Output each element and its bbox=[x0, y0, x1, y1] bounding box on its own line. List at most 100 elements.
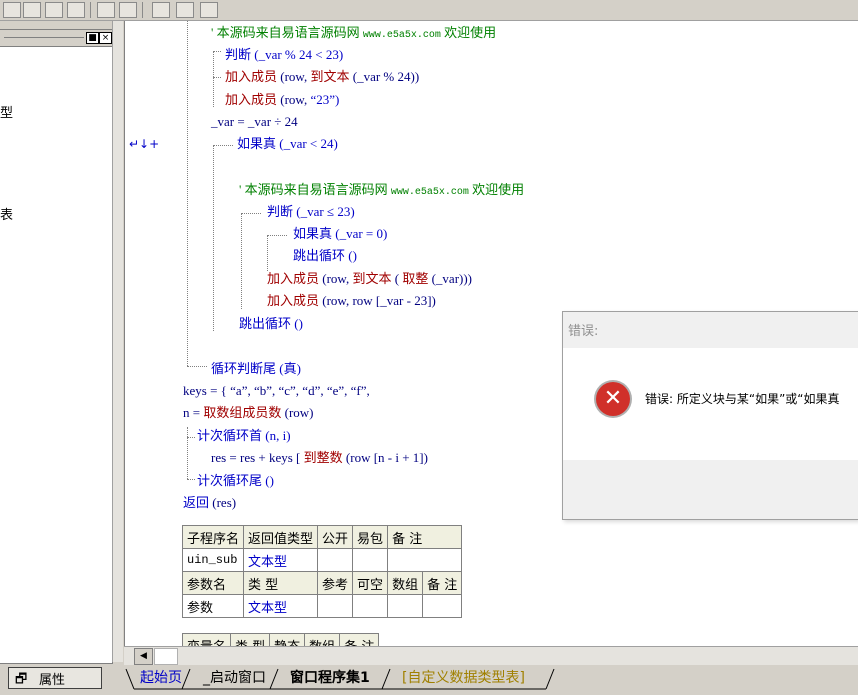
flow-guide bbox=[267, 235, 287, 236]
param-header-name: 参数名 bbox=[181, 571, 245, 595]
restore-button[interactable]: ■ bbox=[86, 32, 99, 44]
editor-hscrollbar[interactable]: ◀ bbox=[124, 646, 858, 665]
code-args: (row) bbox=[284, 405, 314, 420]
sub-header-note: 备 注 bbox=[387, 525, 463, 549]
code-func: 取整 bbox=[402, 271, 429, 286]
param-ref-cell[interactable] bbox=[317, 594, 354, 618]
code-args: (row, row [_var - 23]) bbox=[322, 293, 436, 308]
param-note-cell[interactable] bbox=[422, 594, 463, 618]
code-args: (row [n - i + 1]) bbox=[345, 450, 428, 465]
param-array-cell[interactable] bbox=[387, 594, 424, 618]
dialog-title: 错误: bbox=[568, 324, 599, 339]
var-header-array: 数组 bbox=[304, 633, 341, 646]
comment-text: ' 本源码来自易语言源码网 bbox=[211, 25, 360, 40]
code-line[interactable]: _var = _var ÷ 24 bbox=[211, 113, 298, 131]
code-line-comment[interactable]: ' 本源码来自易语言源码网 www.e5a5x.com 欢迎使用 bbox=[239, 181, 524, 202]
sub-name-cell[interactable]: uin_sub bbox=[181, 548, 245, 572]
left-panel: ■ × 型 表 bbox=[0, 21, 123, 665]
code-args: (row, bbox=[280, 92, 311, 107]
sub-header-return: 返回值类型 bbox=[243, 525, 319, 549]
tree-item-fragment[interactable]: 型 bbox=[0, 102, 13, 121]
layout-icon[interactable] bbox=[3, 2, 21, 18]
tab-startup-window[interactable]: _启动窗口 bbox=[203, 668, 266, 688]
code-line[interactable]: n = 取数组成员数 (row) bbox=[183, 404, 314, 422]
code-args: (_var % 24)) bbox=[352, 69, 420, 84]
flow-guide bbox=[241, 213, 261, 214]
align-right-icon[interactable] bbox=[67, 2, 85, 18]
gutter-marker: ↵↓+ bbox=[129, 137, 160, 151]
code-line[interactable]: 计次循环尾 () bbox=[197, 472, 274, 490]
var-header-name: 变量名 bbox=[182, 633, 232, 646]
property-icon: 🗗 bbox=[15, 672, 28, 687]
code-func: 到整数 bbox=[303, 450, 343, 465]
sub-public-cell[interactable] bbox=[317, 548, 354, 572]
flow-guide bbox=[241, 213, 242, 309]
code-line[interactable]: 如果真 (_var < 24) bbox=[237, 135, 338, 153]
tree-item-fragment[interactable]: 表 bbox=[0, 204, 13, 223]
property-button[interactable]: 🗗 属性 bbox=[8, 667, 102, 689]
code-line[interactable]: 循环判断尾 (真) bbox=[211, 360, 301, 378]
code-func: 加入成员 bbox=[267, 271, 320, 286]
align-center-icon[interactable] bbox=[23, 2, 41, 18]
sub-return-cell[interactable]: 文本型 bbox=[243, 548, 319, 572]
same-width-icon[interactable] bbox=[97, 2, 115, 18]
var-header-type: 类 型 bbox=[230, 633, 271, 646]
left-panel-scrollbar[interactable] bbox=[112, 21, 123, 662]
sub-header-name: 子程序名 bbox=[181, 525, 245, 549]
dialog-body: ✕ 错误: 所定义块与某“如果”或“如果真 bbox=[563, 348, 858, 460]
code-line[interactable]: 判断 (_var ≤ 23) bbox=[267, 203, 355, 221]
property-label: 属性 bbox=[39, 673, 66, 688]
code-line[interactable]: 加入成员 (row, 到文本 ( 取整 (_var))) bbox=[267, 270, 472, 288]
code-args: (_var))) bbox=[431, 271, 473, 286]
code-line[interactable]: 加入成员 (row, row [_var - 23]) bbox=[267, 292, 436, 310]
param-nullable-cell[interactable] bbox=[352, 594, 389, 618]
v-space-icon[interactable] bbox=[176, 2, 194, 18]
code-line[interactable]: keys = { “a”, “b”, “c”, “d”, “e”, “f”, bbox=[183, 382, 370, 400]
code-args: (res) bbox=[212, 495, 237, 510]
tab-window-assembly[interactable]: 窗口程序集1 bbox=[290, 668, 370, 688]
code-line[interactable]: 跳出循环 () bbox=[293, 247, 357, 265]
tab-custom-types[interactable]: [自定义数据类型表] bbox=[402, 668, 525, 688]
code-line[interactable]: 如果真 (_var = 0) bbox=[293, 225, 387, 243]
comment-welcome: 欢迎使用 bbox=[444, 25, 497, 40]
left-panel-content: ■ × 型 表 bbox=[0, 29, 113, 664]
var-table: 变量名 类 型 静态 数组 备 注 bbox=[182, 633, 380, 646]
sub-header-public: 公开 bbox=[317, 525, 354, 549]
h-space-icon[interactable] bbox=[152, 2, 170, 18]
scroll-thumb[interactable] bbox=[154, 648, 178, 665]
code-line[interactable]: 判断 (_var % 24 < 23) bbox=[225, 46, 343, 64]
bottom-tabbar: 🗗 属性 起始页 _启动窗口 窗口程序集1 [自定义数据类型表] bbox=[0, 665, 858, 695]
code-line[interactable]: 返回 (res) bbox=[183, 494, 236, 512]
sub-epack-cell[interactable] bbox=[352, 548, 389, 572]
code-keyword: 返回 bbox=[183, 495, 210, 510]
code-line-comment[interactable]: ' 本源码来自易语言源码网 www.e5a5x.com 欢迎使用 bbox=[211, 24, 496, 45]
code-args: (row, bbox=[280, 69, 311, 84]
toolbar-separator bbox=[90, 2, 91, 18]
param-type-cell[interactable]: 文本型 bbox=[243, 594, 319, 618]
var-table-clip: 变量名 类 型 静态 数组 备 注 bbox=[182, 633, 482, 646]
scroll-left-button[interactable]: ◀ bbox=[134, 648, 153, 665]
code-func: 取数组成员数 bbox=[203, 405, 282, 420]
code-line[interactable]: 加入成员 (row, 到文本 (_var % 24)) bbox=[225, 68, 419, 86]
flow-guide bbox=[213, 77, 221, 78]
comment-url: www.e5a5x.com bbox=[390, 187, 469, 198]
param-header-ref: 参考 bbox=[317, 571, 354, 595]
code-line[interactable]: 跳出循环 () bbox=[239, 315, 303, 333]
toolbar-separator bbox=[142, 2, 143, 18]
code-func: 加入成员 bbox=[225, 69, 278, 84]
same-height-icon[interactable] bbox=[119, 2, 137, 18]
code-line[interactable]: 计次循环首 (n, i) bbox=[197, 427, 291, 445]
align-bottom-icon[interactable] bbox=[45, 2, 63, 18]
sub-note-cell[interactable] bbox=[387, 548, 463, 572]
flow-guide bbox=[213, 145, 214, 331]
flow-guide bbox=[187, 427, 188, 479]
flow-guide bbox=[213, 145, 233, 146]
flow-guide bbox=[213, 51, 214, 107]
center-both-icon[interactable] bbox=[200, 2, 218, 18]
code-line[interactable]: res = res + keys [ 到整数 (row [n - i + 1]) bbox=[211, 449, 428, 467]
comment-url: www.e5a5x.com bbox=[362, 30, 441, 41]
code-line[interactable]: 加入成员 (row, “23”) bbox=[225, 91, 339, 109]
param-name-cell[interactable]: 参数 bbox=[181, 594, 245, 618]
tab-start-page[interactable]: 起始页 bbox=[140, 668, 182, 688]
close-button[interactable]: × bbox=[99, 32, 112, 44]
